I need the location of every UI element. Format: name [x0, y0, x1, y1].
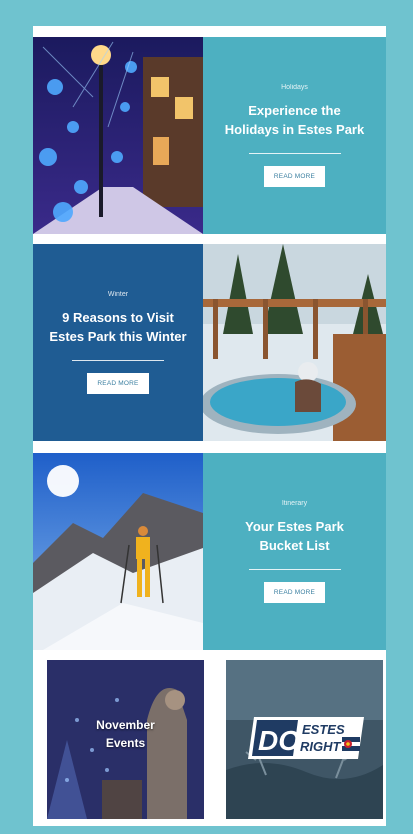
article-row-winter: Winter 9 Reasons to Visit Estes Park thi…	[33, 244, 386, 441]
do-estes-right-logo: DO ESTES RIGHT	[248, 717, 364, 759]
divider	[248, 569, 341, 570]
article-category: Holidays	[281, 84, 308, 91]
bucket-list-panel: Itinerary Your Estes Park Bucket List RE…	[203, 453, 386, 650]
article-title[interactable]: Your Estes Park Bucket List	[239, 517, 350, 555]
article-category: Itinerary	[281, 500, 308, 507]
article-row-holidays: Holidays Experience the Holidays in Este…	[33, 37, 386, 234]
holiday-street-photo[interactable]	[33, 37, 203, 234]
tile-title: November Events	[96, 718, 155, 750]
article-category: Winter	[107, 291, 129, 298]
divider	[248, 153, 341, 154]
article-title[interactable]: 9 Reasons to Visit Estes Park this Winte…	[43, 308, 192, 346]
read-more-button[interactable]: READ MORE	[263, 166, 326, 187]
article-title[interactable]: Experience the Holidays in Estes Park	[219, 101, 370, 139]
holidays-panel: Holidays Experience the Holidays in Este…	[203, 37, 386, 234]
do-estes-right-tile[interactable]: DO ESTES RIGHT	[226, 660, 383, 819]
svg-text:ESTES: ESTES	[302, 722, 345, 737]
read-more-button[interactable]: READ MORE	[87, 373, 149, 394]
hot-tub-photo[interactable]	[203, 244, 386, 441]
article-row-bucket-list: Itinerary Your Estes Park Bucket List RE…	[33, 453, 386, 650]
november-events-tile[interactable]: November Events	[47, 660, 204, 819]
svg-text:RIGHT: RIGHT	[300, 739, 342, 754]
read-more-button[interactable]: READ MORE	[263, 582, 326, 603]
winter-panel: Winter 9 Reasons to Visit Estes Park thi…	[33, 244, 203, 441]
skier-photo[interactable]	[33, 453, 203, 650]
svg-text:DO: DO	[258, 725, 300, 756]
divider	[72, 360, 164, 361]
